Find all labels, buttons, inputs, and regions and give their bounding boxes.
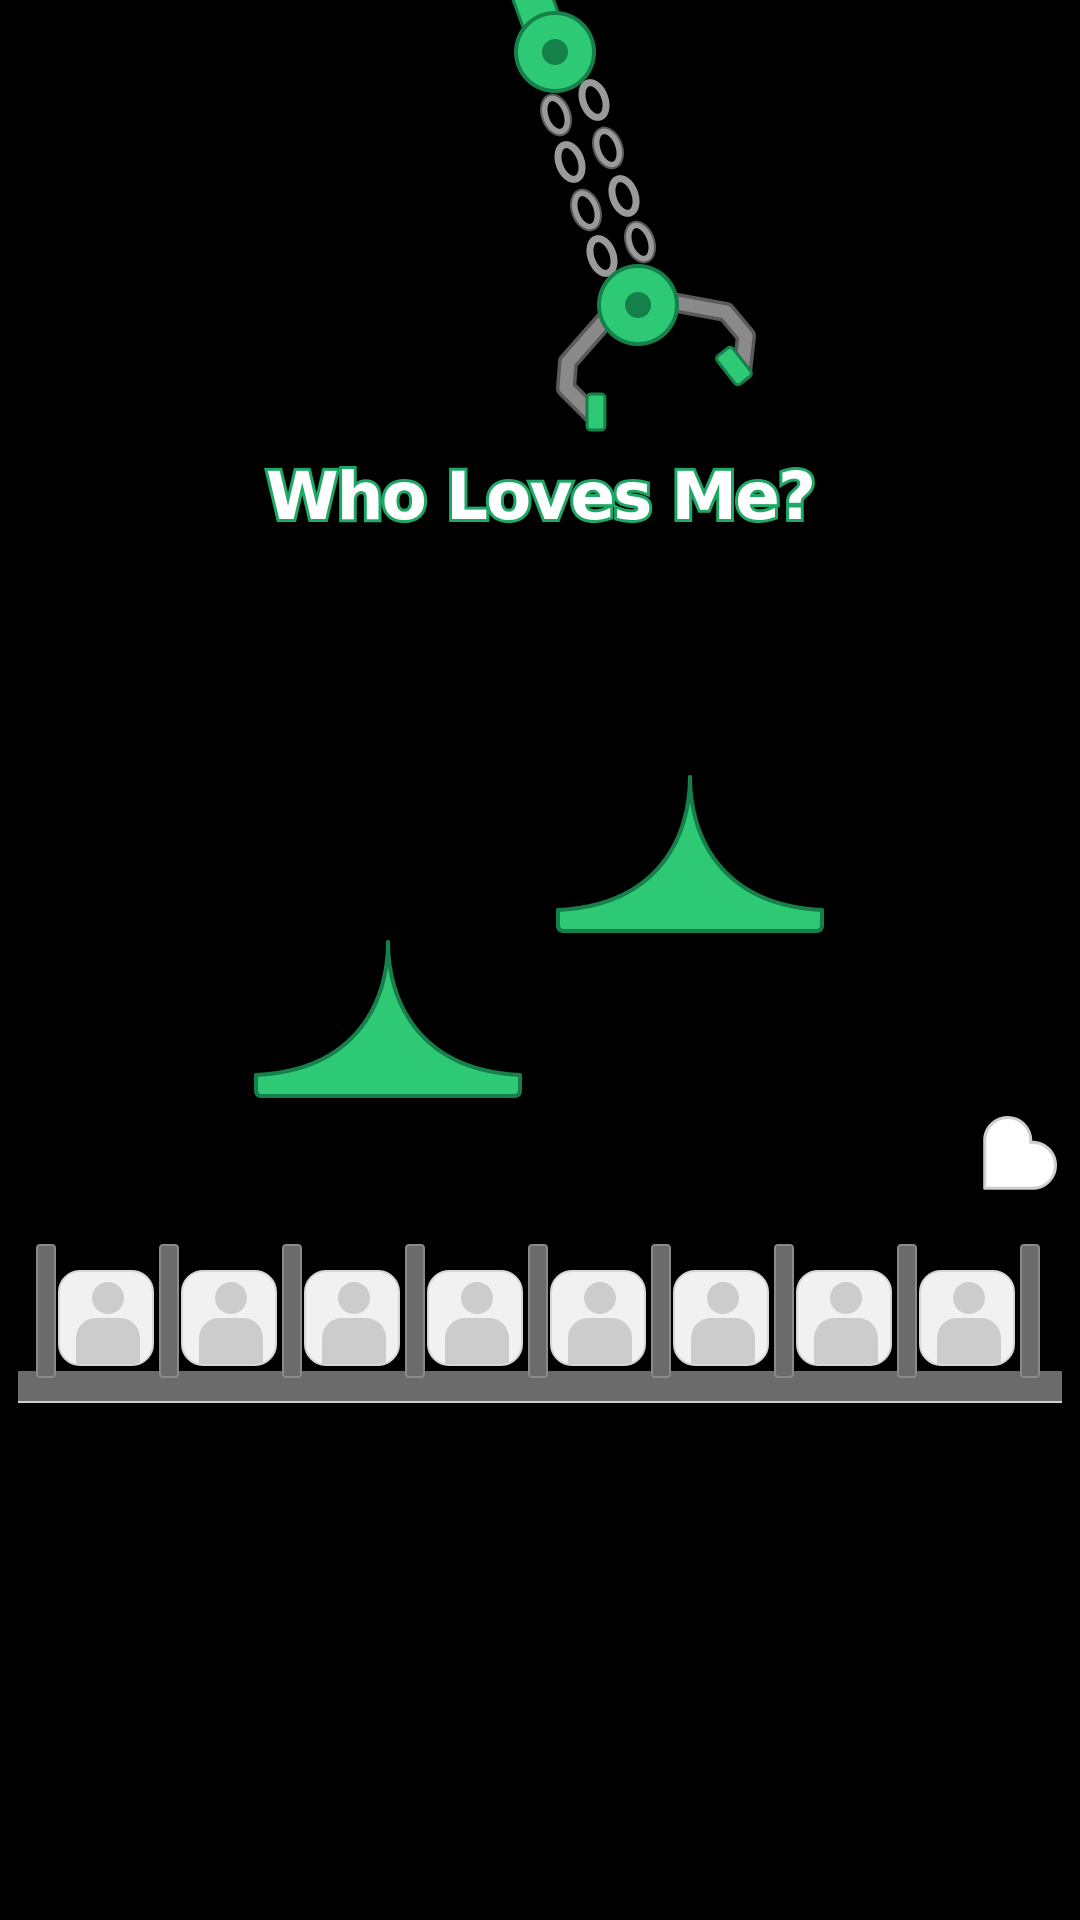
game-title: Who Loves Me?: [263, 455, 819, 538]
avatar-slot-rack: [18, 1244, 1062, 1408]
user-placeholder-body: [568, 1318, 632, 1364]
user-placeholder-icon: [584, 1282, 616, 1314]
user-placeholder-body: [76, 1318, 140, 1364]
user-placeholder-icon: [953, 1282, 985, 1314]
rail-post: [405, 1244, 425, 1378]
bell-platform-right: [556, 775, 824, 933]
user-placeholder-body: [445, 1318, 509, 1364]
avatar-slot[interactable]: [919, 1270, 1015, 1366]
user-placeholder-body: [814, 1318, 878, 1364]
rail-post: [897, 1244, 917, 1378]
bell-platform-left: [254, 940, 522, 1098]
user-placeholder-body: [322, 1318, 386, 1364]
avatar-slot[interactable]: [181, 1270, 277, 1366]
heart-icon[interactable]: [958, 1105, 1068, 1215]
rail-post: [528, 1244, 548, 1378]
user-placeholder-icon: [92, 1282, 124, 1314]
rail-post: [282, 1244, 302, 1378]
user-placeholder-icon: [707, 1282, 739, 1314]
user-placeholder-body: [691, 1318, 755, 1364]
rail-post: [159, 1244, 179, 1378]
rail-post: [651, 1244, 671, 1378]
user-placeholder-body: [199, 1318, 263, 1364]
avatar-slot[interactable]: [58, 1270, 154, 1366]
user-placeholder-icon: [461, 1282, 493, 1314]
avatar-slot[interactable]: [427, 1270, 523, 1366]
user-placeholder-icon: [830, 1282, 862, 1314]
user-placeholder-icon: [338, 1282, 370, 1314]
avatar-slot[interactable]: [673, 1270, 769, 1366]
avatar-slot[interactable]: [550, 1270, 646, 1366]
rail-post: [774, 1244, 794, 1378]
avatar-slot[interactable]: [796, 1270, 892, 1366]
rail-post: [1020, 1244, 1040, 1378]
claw-crane-icon: [509, 0, 756, 432]
rail-post: [36, 1244, 56, 1378]
user-placeholder-body: [937, 1318, 1001, 1364]
avatar-slot[interactable]: [304, 1270, 400, 1366]
user-placeholder-icon: [215, 1282, 247, 1314]
